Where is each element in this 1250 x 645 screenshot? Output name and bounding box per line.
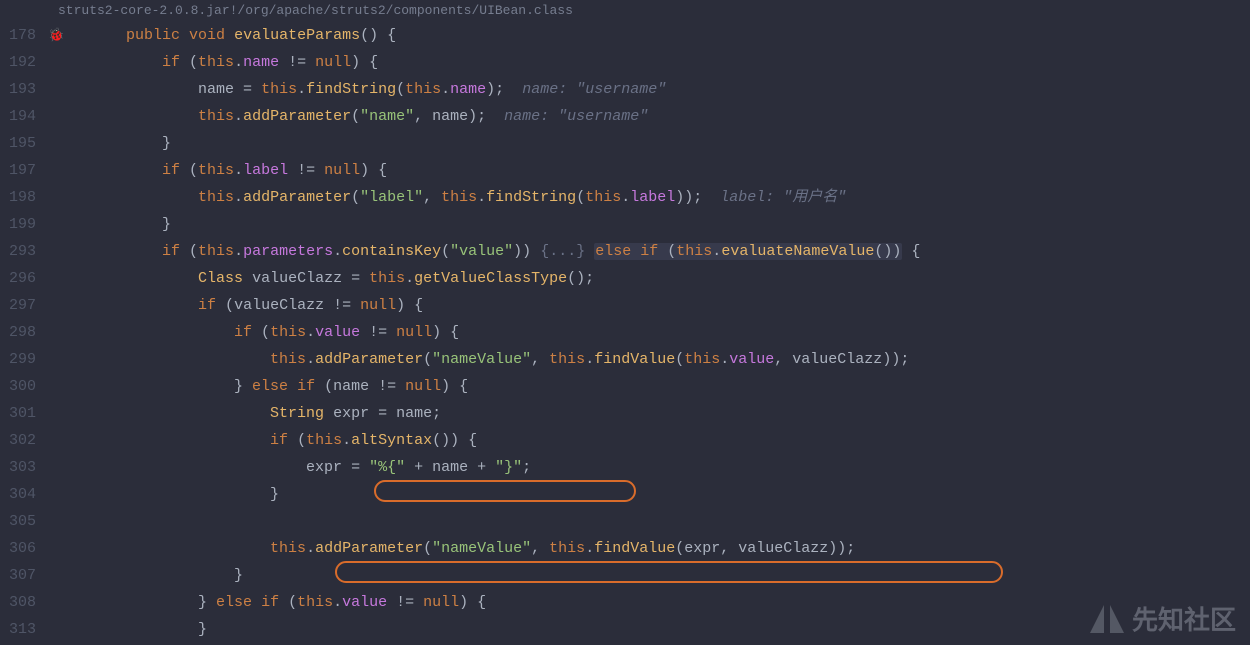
code-line[interactable]: expr = "%{" + name + "}"; bbox=[48, 454, 1250, 481]
line-number[interactable]: 194 bbox=[0, 103, 36, 130]
code-line[interactable]: } bbox=[48, 616, 1250, 643]
line-number[interactable]: 297 bbox=[0, 292, 36, 319]
code-line[interactable]: 🐞 public void evaluateParams() { bbox=[48, 22, 1250, 49]
line-number[interactable]: 195 bbox=[0, 130, 36, 157]
breadcrumb-text: struts2-core-2.0.8.jar!/org/apache/strut… bbox=[58, 3, 573, 18]
line-number[interactable]: 198 bbox=[0, 184, 36, 211]
line-number[interactable]: 308 bbox=[0, 589, 36, 616]
gutter: 178 192 193 194 195 197 198 199 293 296 … bbox=[0, 22, 48, 645]
code-line[interactable]: } bbox=[48, 562, 1250, 589]
code-line[interactable]: if (this.parameters.containsKey("value")… bbox=[48, 238, 1250, 265]
line-number[interactable]: 197 bbox=[0, 157, 36, 184]
line-number[interactable]: 296 bbox=[0, 265, 36, 292]
code-line[interactable]: if (this.name != null) { bbox=[48, 49, 1250, 76]
line-number[interactable]: 304 bbox=[0, 481, 36, 508]
line-number[interactable]: 303 bbox=[0, 454, 36, 481]
line-number[interactable]: 313 bbox=[0, 616, 36, 643]
code-editor[interactable]: 178 192 193 194 195 197 198 199 293 296 … bbox=[0, 22, 1250, 645]
code-line[interactable]: Class valueClazz = this.getValueClassTyp… bbox=[48, 265, 1250, 292]
code-line[interactable]: this.addParameter("nameValue", this.find… bbox=[48, 535, 1250, 562]
code-line[interactable]: } else if (name != null) { bbox=[48, 373, 1250, 400]
code-line[interactable]: String expr = name; bbox=[48, 400, 1250, 427]
line-number[interactable]: 193 bbox=[0, 76, 36, 103]
line-number[interactable]: 299 bbox=[0, 346, 36, 373]
breadcrumb[interactable]: struts2-core-2.0.8.jar!/org/apache/strut… bbox=[0, 0, 1250, 22]
line-number[interactable]: 293 bbox=[0, 238, 36, 265]
line-number[interactable]: 178 bbox=[0, 22, 36, 49]
code-line[interactable]: if (valueClazz != null) { bbox=[48, 292, 1250, 319]
line-number[interactable]: 199 bbox=[0, 211, 36, 238]
line-number[interactable]: 298 bbox=[0, 319, 36, 346]
code-area[interactable]: 🐞 public void evaluateParams() { if (thi… bbox=[48, 22, 1250, 645]
line-number[interactable]: 307 bbox=[0, 562, 36, 589]
breakpoint-icon[interactable]: 🐞 bbox=[48, 28, 64, 43]
line-number[interactable]: 301 bbox=[0, 400, 36, 427]
code-line[interactable]: } bbox=[48, 211, 1250, 238]
watermark-text: 先知社区 bbox=[1132, 600, 1236, 637]
code-line[interactable]: } bbox=[48, 481, 1250, 508]
code-line[interactable]: } else if (this.value != null) { bbox=[48, 589, 1250, 616]
line-number[interactable]: 305 bbox=[0, 508, 36, 535]
code-line[interactable]: if (this.altSyntax()) { bbox=[48, 427, 1250, 454]
code-line[interactable]: name = this.findString(this.name); name:… bbox=[48, 76, 1250, 103]
line-number[interactable]: 306 bbox=[0, 535, 36, 562]
watermark: 先知社区 bbox=[1090, 600, 1236, 637]
code-line[interactable]: } bbox=[48, 130, 1250, 157]
code-line[interactable]: if (this.label != null) { bbox=[48, 157, 1250, 184]
line-number[interactable]: 300 bbox=[0, 373, 36, 400]
code-line[interactable] bbox=[48, 508, 1250, 535]
code-line[interactable]: if (this.value != null) { bbox=[48, 319, 1250, 346]
line-number[interactable]: 302 bbox=[0, 427, 36, 454]
line-number[interactable]: 192 bbox=[0, 49, 36, 76]
fold-marker[interactable]: {...} bbox=[540, 243, 585, 260]
code-line[interactable]: this.addParameter("label", this.findStri… bbox=[48, 184, 1250, 211]
code-line[interactable]: this.addParameter("name", name); name: "… bbox=[48, 103, 1250, 130]
watermark-logo-icon bbox=[1090, 605, 1124, 633]
code-line[interactable]: this.addParameter("nameValue", this.find… bbox=[48, 346, 1250, 373]
